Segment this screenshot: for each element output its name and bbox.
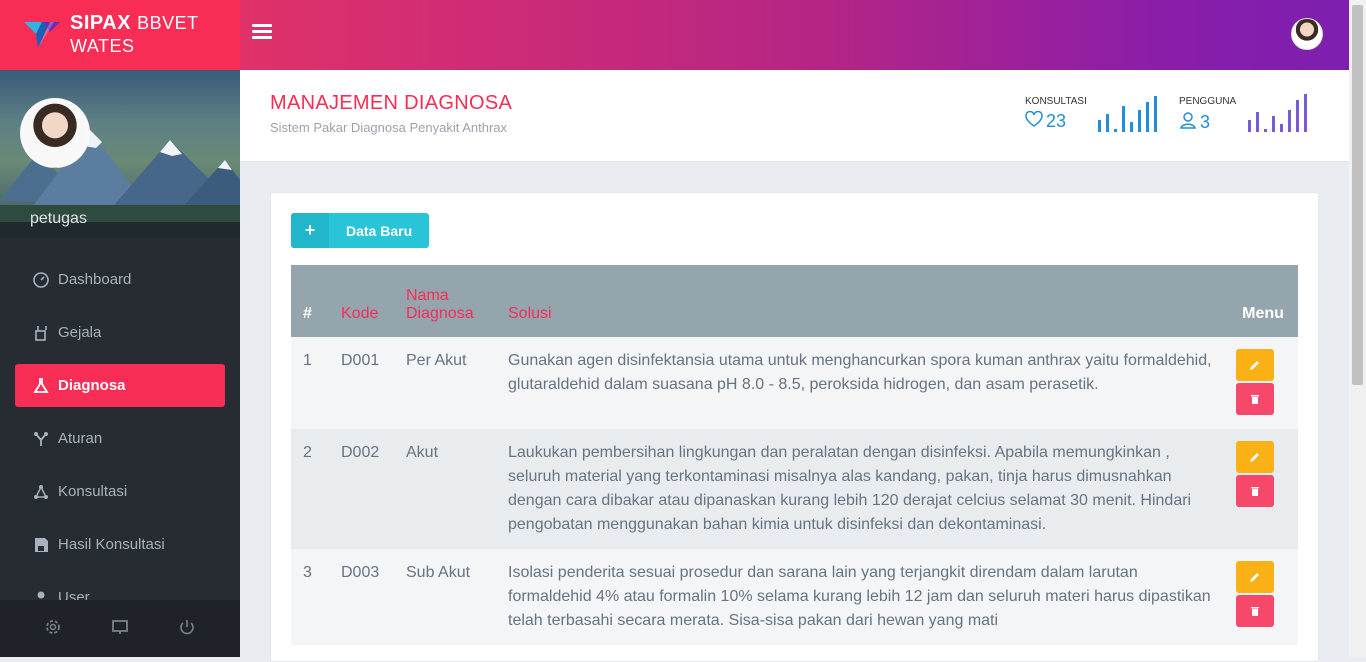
- page-scrollbar[interactable]: [1349, 0, 1366, 657]
- sidebar-item-label: Aturan: [58, 430, 103, 447]
- pencil-icon: [1250, 453, 1259, 462]
- top-navbar: SIPAX BBVET WATES: [0, 0, 1366, 70]
- delete-button[interactable]: [1236, 383, 1274, 415]
- stat-label: KONSULTASI: [1025, 96, 1087, 107]
- trash-icon: [1251, 395, 1259, 404]
- page-header: MANAJEMEN DIAGNOSA Sistem Pakar Diagnosa…: [240, 70, 1349, 162]
- delete-button[interactable]: [1236, 595, 1274, 627]
- heart-icon: [1025, 110, 1043, 132]
- cell-no: 3: [303, 564, 312, 581]
- cell-solusi: Isolasi penderita sesuai prosedur dan sa…: [508, 564, 1211, 629]
- sidebar-item-gejala[interactable]: Gejala: [0, 306, 240, 359]
- save-icon: [32, 536, 50, 554]
- table-row: 2 D002 Akut Laukukan pembersihan lingkun…: [291, 429, 1298, 549]
- stat-pengguna: PENGGUNA 3: [1179, 96, 1236, 134]
- header-kode[interactable]: Kode: [329, 265, 394, 337]
- stat-value: 3: [1179, 111, 1236, 134]
- delete-button[interactable]: [1236, 475, 1274, 507]
- profile-avatar[interactable]: [20, 98, 90, 168]
- cell-menu: [1228, 429, 1298, 549]
- table-row: 1 D001 Per Akut Gunakan agen disinfektan…: [291, 337, 1298, 429]
- sidebar-nav: Dashboard Gejala Diagnosa Aturan Konsult…: [0, 253, 240, 624]
- monitor-icon[interactable]: [111, 618, 129, 640]
- sidebar-item-aturan[interactable]: Aturan: [0, 412, 240, 465]
- power-icon[interactable]: [178, 618, 196, 640]
- header-nama[interactable]: Nama Diagnosa: [394, 265, 496, 337]
- cell-no: 2: [303, 444, 312, 461]
- edit-button[interactable]: [1236, 561, 1274, 593]
- stat-konsultasi: KONSULTASI 23: [1025, 96, 1087, 132]
- new-data-label: Data Baru: [346, 222, 413, 239]
- gear-icon[interactable]: [44, 618, 62, 640]
- cell-nama: Akut: [406, 444, 439, 461]
- cell-kode: D003: [341, 564, 380, 581]
- cell-solusi: Gunakan agen disinfektansia utama untuk …: [508, 352, 1212, 393]
- pencil-icon: [1250, 361, 1259, 370]
- brand[interactable]: SIPAX BBVET WATES: [0, 0, 240, 70]
- content-card: + Data Baru # Kode Nama Diagnosa Solusi …: [270, 192, 1319, 662]
- page-title: MANAJEMEN DIAGNOSA: [270, 92, 513, 114]
- sidebar-item-dashboard[interactable]: Dashboard: [0, 253, 240, 306]
- edit-button[interactable]: [1236, 441, 1274, 473]
- diagnosa-table: # Kode Nama Diagnosa Solusi Menu 1 D001 …: [291, 265, 1298, 645]
- gejala-icon: [32, 324, 50, 342]
- logo-icon: [24, 20, 62, 50]
- cell-nama: Per Akut: [406, 352, 467, 369]
- stat-label: PENGGUNA: [1179, 96, 1237, 107]
- trash-icon: [1251, 487, 1259, 496]
- sidebar-item-hasil-konsultasi[interactable]: Hasil Konsultasi: [0, 518, 240, 571]
- stat-value: 23: [1025, 110, 1087, 132]
- sidebar-item-label: Konsultasi: [58, 483, 128, 500]
- header-no: #: [303, 305, 312, 322]
- sidebar-item-label: Gejala: [58, 324, 102, 341]
- cell-menu: [1228, 549, 1298, 645]
- scrollbar-thumb[interactable]: [1352, 5, 1363, 385]
- table-row: 3 D003 Sub Akut Isolasi penderita sesuai…: [291, 549, 1298, 645]
- brand-name: SIPAX BBVET WATES: [70, 12, 199, 56]
- sidebar-item-label: Diagnosa: [58, 377, 126, 394]
- konsultasi-sparkline: [1098, 96, 1157, 132]
- sidebar-item-konsultasi[interactable]: Konsultasi: [0, 465, 240, 518]
- sidebar-item-label: Dashboard: [58, 271, 132, 288]
- cell-kode: D001: [341, 352, 380, 369]
- user-icon: [1179, 111, 1197, 134]
- menu-toggle-icon[interactable]: [252, 24, 272, 42]
- network-icon: [32, 483, 50, 501]
- plus-icon: +: [291, 213, 329, 248]
- flask-icon: [32, 377, 50, 395]
- sidebar: petugas Dashboard Gejala Diagnosa Aturan: [0, 70, 240, 657]
- cell-nama: Sub Akut: [406, 564, 471, 581]
- trash-icon: [1251, 607, 1259, 616]
- profile-panel: petugas: [0, 70, 240, 238]
- cell-kode: D002: [341, 444, 380, 461]
- sidebar-item-label: Hasil Konsultasi: [58, 536, 165, 553]
- header-solusi[interactable]: Solusi: [496, 265, 1228, 337]
- header-menu: Menu: [1242, 305, 1284, 322]
- edit-button[interactable]: [1236, 349, 1274, 381]
- pencil-icon: [1250, 573, 1259, 582]
- table-header-row: # Kode Nama Diagnosa Solusi Menu: [291, 265, 1298, 337]
- page-subtitle: Sistem Pakar Diagnosa Penyakit Anthrax: [270, 120, 508, 135]
- pengguna-sparkline: [1248, 94, 1307, 132]
- sidebar-item-diagnosa[interactable]: Diagnosa: [15, 364, 225, 407]
- profile-username: petugas: [30, 210, 87, 227]
- sidebar-footer: [0, 600, 240, 657]
- dashboard-icon: [32, 271, 50, 289]
- new-data-button[interactable]: + Data Baru: [291, 213, 429, 248]
- cell-menu: [1228, 337, 1298, 429]
- cell-solusi: Laukukan pembersihan lingkungan dan pera…: [508, 444, 1192, 533]
- cell-no: 1: [303, 352, 312, 369]
- rules-icon: [32, 430, 50, 448]
- user-avatar[interactable]: [1291, 18, 1323, 50]
